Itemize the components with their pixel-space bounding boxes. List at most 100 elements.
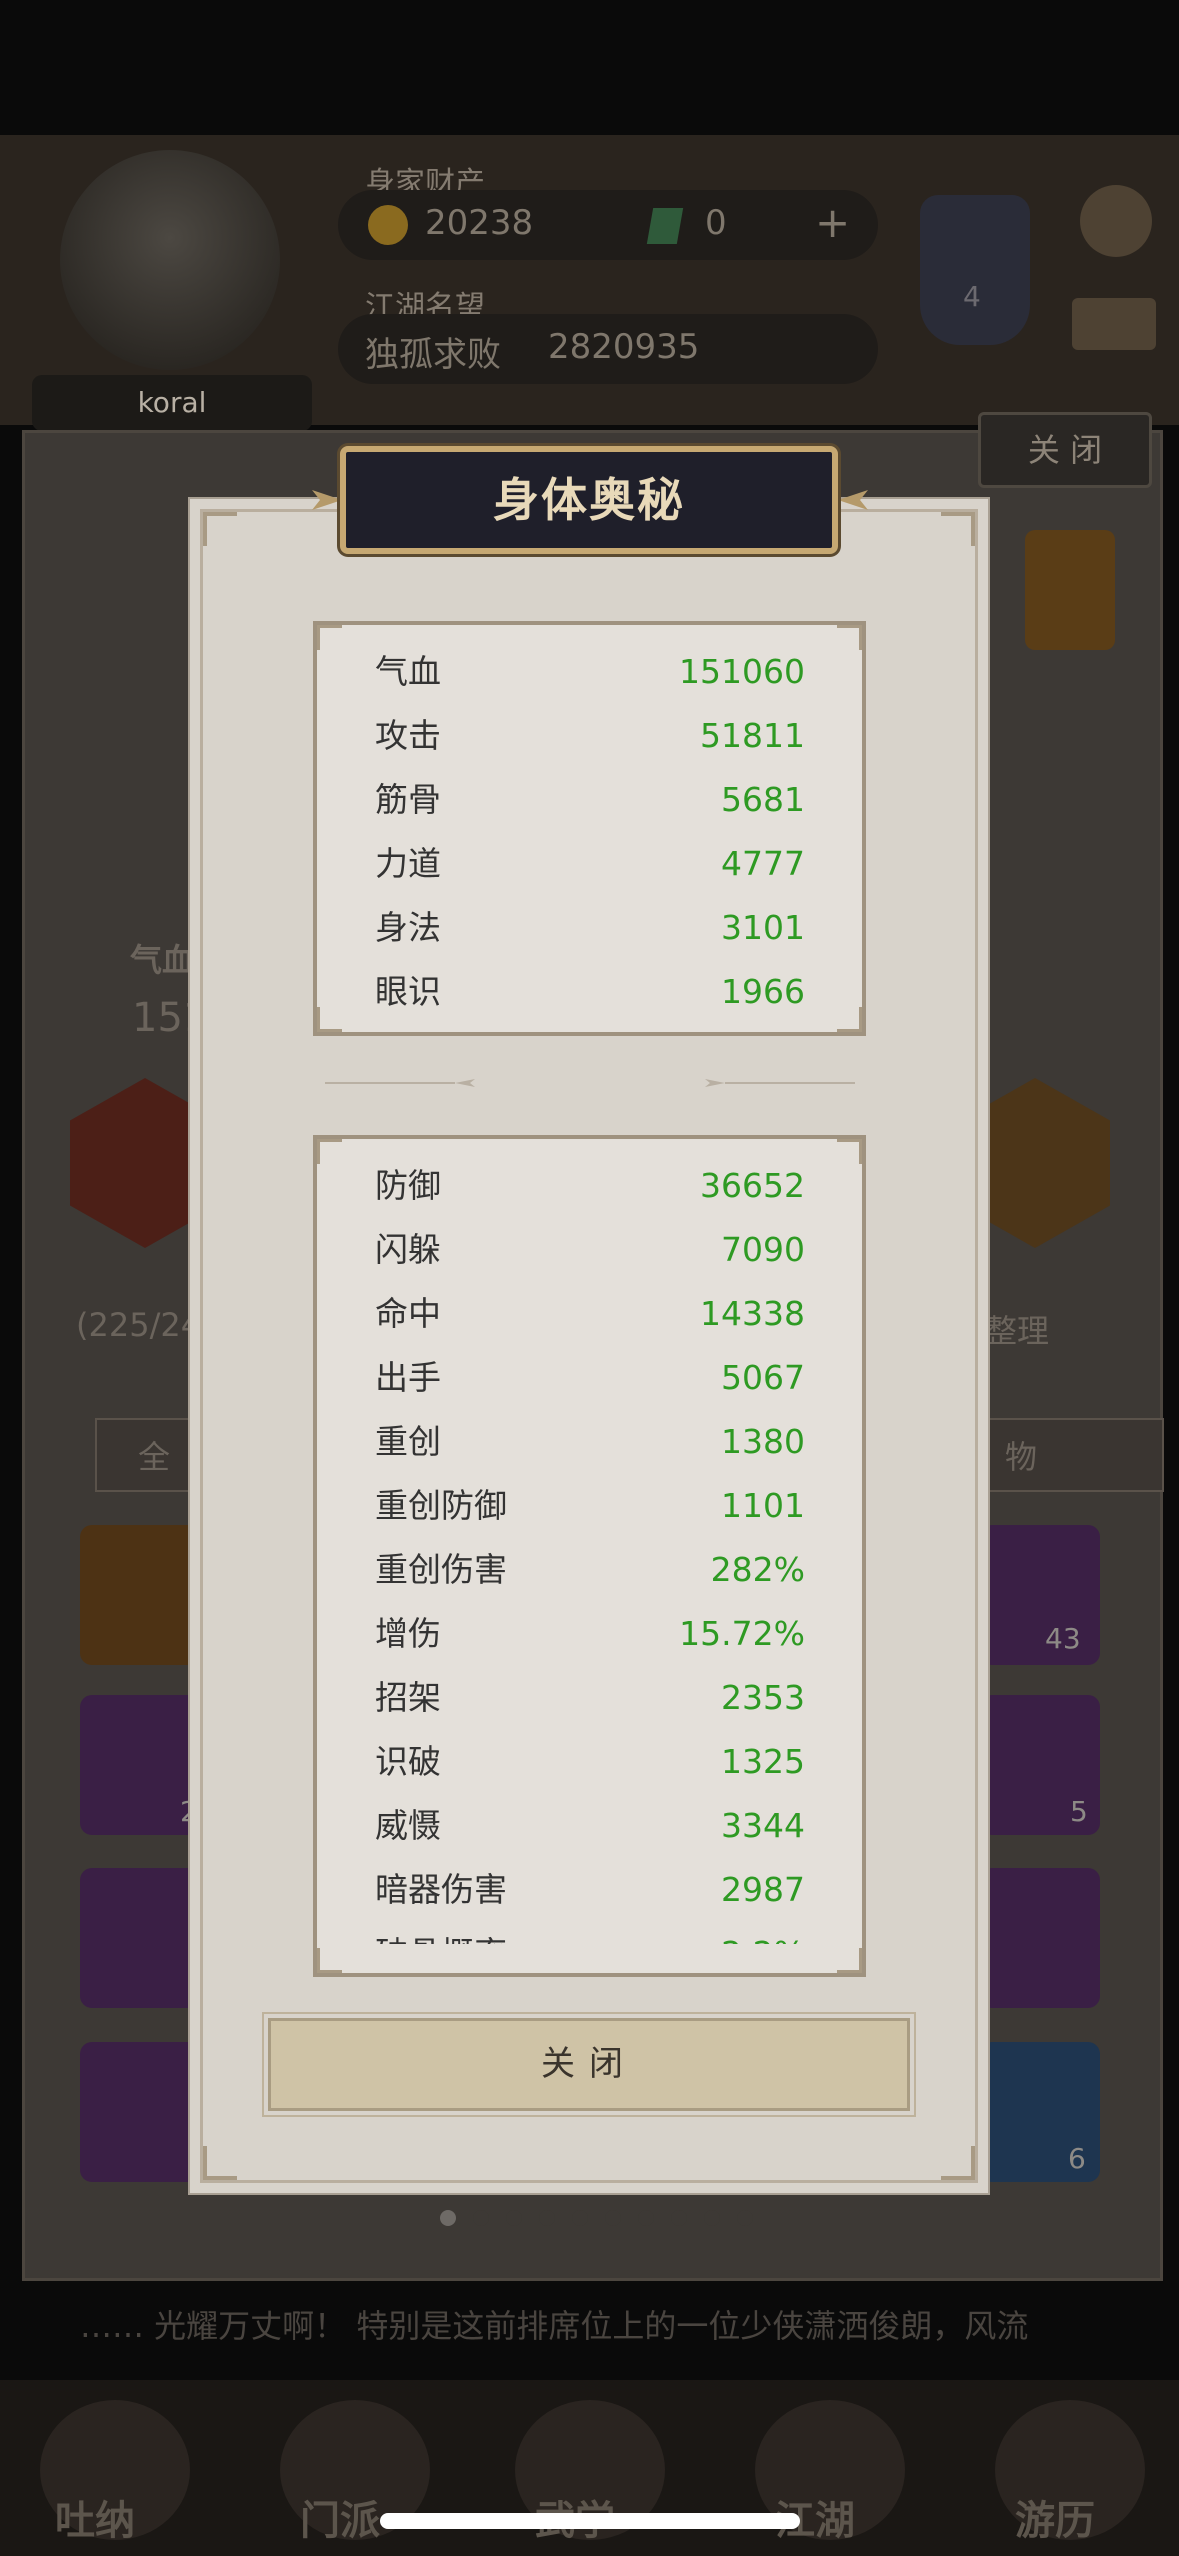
stat-value: 3344 [721,1806,805,1845]
jade-value: 0 [705,203,727,243]
corner-ornament [203,512,237,546]
stat-row: 命中 14338 [375,1282,805,1346]
section-divider [325,1079,855,1087]
stat-value: 5681 [721,780,805,819]
stat-value: 1325 [721,1742,805,1781]
story-text: …… 光耀万丈啊！ 特别是这前排席位上的一位少侠潇洒俊朗，风流 [80,2307,1029,2345]
page-dot [440,2210,456,2226]
stat-row: 增伤 15.72% [375,1602,805,1666]
wealth-bar [338,190,878,260]
stat-value: 7090 [721,1230,805,1269]
primary-stats-box: 气血 151060 攻击 51811 筋骨 5681 力道 4777 身法 3101 眼识 1966 [313,621,866,1036]
stat-row: 重创 1380 [375,1410,805,1474]
stat-row: 招架 2353 [375,1666,805,1730]
stat-row: 重创伤害 282% [375,1538,805,1602]
page-dot [638,2210,654,2226]
inventory-slot[interactable] [80,1868,200,2008]
stat-row: 气血 151060 [375,640,805,704]
stat-row: 力道 4777 [375,832,805,896]
stat-row: 防御 36652 [375,1154,805,1218]
player-name: koral [32,375,312,431]
inventory-slot[interactable] [980,1868,1100,2008]
page-dot [572,2210,588,2226]
stat-name: 闪躲 [375,1230,441,1269]
inventory-slot[interactable] [80,1525,200,1665]
sort-button[interactable]: 整理 [985,1306,1049,1352]
stat-name: 威慑 [375,1806,441,1845]
tab-all-label: 全 [138,1438,171,1476]
stat-name: 出手 [375,1358,441,1397]
stat-value: 2353 [721,1678,805,1717]
stat-row: 识破 1325 [375,1730,805,1794]
stat-row: 暗器伤害 2987 [375,1858,805,1922]
stat-name: 破骨概率 [375,1922,507,1944]
stat-name: 招架 [375,1678,441,1717]
hp-label: 气血 [130,941,195,979]
corner-ornament [837,1948,862,1973]
title-wing-left-icon [312,490,342,510]
taiji-icon[interactable] [920,195,1030,345]
close-button[interactable]: 关闭 [268,2018,910,2111]
page-dot [539,2210,555,2226]
stat-row: 威慑 3344 [375,1794,805,1858]
stat-name: 筋骨 [375,780,441,819]
panel-close-button[interactable]: 关 闭 [978,412,1152,488]
home-indicator[interactable] [380,2513,800,2529]
emblem-icon[interactable] [1025,530,1115,650]
slot-count: 43 [1045,1622,1081,1655]
stat-name: 命中 [375,1294,441,1333]
page-dot [605,2210,621,2226]
stat-name: 识破 [375,1742,441,1781]
stat-name: 重创伤害 [375,1550,507,1589]
stat-name: 身法 [375,908,441,947]
stat-row: 身法 3101 [375,896,805,960]
dialog-title: 身体奥秘 [493,473,685,527]
stat-row: 筋骨 5681 [375,768,805,832]
secondary-stats-box[interactable]: 防御 36652 闪躲 7090 命中 14338 出手 5067 重创 1380 重创防御 1101… [313,1135,866,1977]
nav-label: 游历 [1015,2498,1095,2544]
coin-value: 20238 [425,203,534,243]
jade-icon [646,208,684,244]
page-dot [737,2210,753,2226]
dialog-title-plate: 身体奥秘 [340,446,838,554]
inventory-slot[interactable] [80,2042,200,2182]
fame-title: 独孤求败 [365,335,501,375]
add-currency-button[interactable]: + [815,198,850,247]
stat-name: 防御 [375,1166,441,1205]
stat-row: 重创防御 1101 [375,1474,805,1538]
mail-icon[interactable] [1072,298,1156,350]
page-dot [473,2210,489,2226]
nav-label: 门派 [300,2498,380,2544]
page-dot [506,2210,522,2226]
stat-name: 暗器伤害 [375,1870,507,1909]
corner-ornament [203,2146,237,2180]
slot-count: 6 [1068,2142,1086,2175]
title-wing-right-icon [838,490,868,510]
corner-ornament [941,2146,975,2180]
corner-ornament [941,512,975,546]
stat-value: 36652 [700,1166,805,1205]
taiji-count: 4 [963,280,981,313]
stat-value: 1101 [721,1486,805,1525]
stat-row: 闪躲 7090 [375,1218,805,1282]
stat-value: 1380 [721,1422,805,1461]
settings-gear-icon[interactable] [1080,185,1152,257]
stat-name: 重创防御 [375,1486,507,1525]
bag-count: (225/24 [76,1306,202,1344]
player-avatar[interactable] [60,150,280,370]
corner-ornament [317,1007,342,1032]
page-dot [704,2210,720,2226]
stat-value: 282% [710,1550,805,1589]
page-indicator [440,2210,753,2226]
inventory-slot[interactable] [980,1525,1100,1665]
secondary-stats-scroll[interactable]: 防御 36652 闪躲 7090 命中 14338 出手 5067 重创 1380 重创防御 1101… [317,1139,862,1944]
slot-count: 5 [1070,1795,1088,1828]
stat-value: 5067 [721,1358,805,1397]
stat-row: 攻击 51811 [375,704,805,768]
page-dot [671,2210,687,2226]
coin-icon [368,205,408,245]
stat-value: 14338 [700,1294,805,1333]
stat-value: 4777 [721,844,805,883]
stat-name: 攻击 [375,716,441,755]
nav-label: 吐纳 [55,2498,135,2544]
